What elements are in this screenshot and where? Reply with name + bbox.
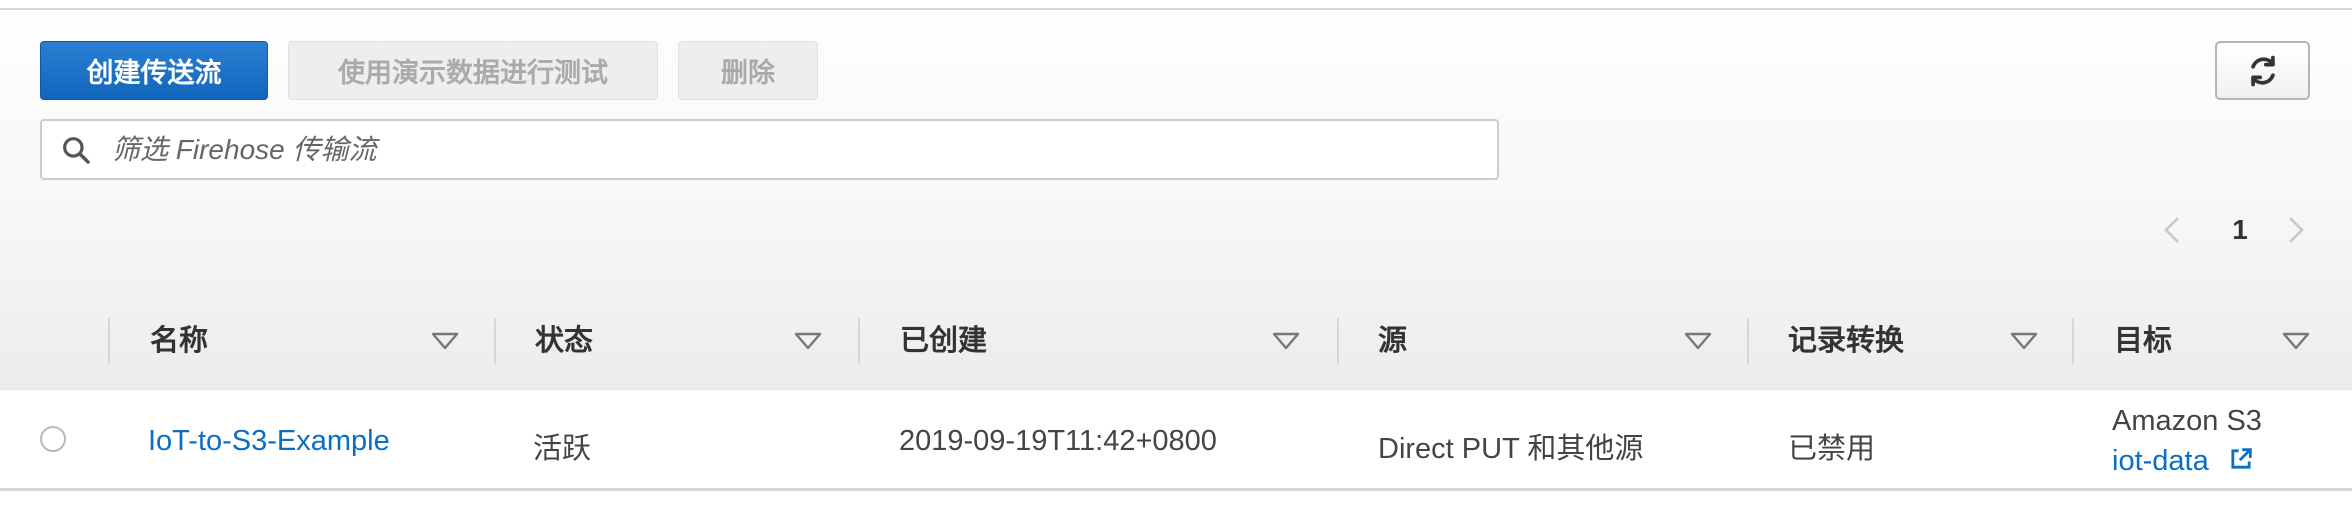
destination-link[interactable]: iot-data — [2112, 445, 2255, 478]
create-delivery-stream-button[interactable]: 创建传送流 — [40, 41, 268, 100]
chevron-left-icon — [2164, 217, 2179, 243]
row-divider — [0, 488, 2352, 491]
next-page-button[interactable] — [2284, 210, 2308, 250]
record-transform-cell: 已禁用 — [1788, 433, 1876, 465]
source-cell: Direct PUT 和其他源 — [1378, 433, 1644, 465]
filter-search-box[interactable] — [40, 119, 1499, 180]
refresh-button[interactable] — [2215, 41, 2310, 100]
column-divider — [108, 318, 110, 364]
column-header-destination[interactable]: 目标 — [2114, 318, 2172, 364]
stream-name-link[interactable]: IoT-to-S3-Example — [148, 425, 390, 458]
column-header-source[interactable]: 源 — [1378, 318, 1407, 364]
sort-caret-icon[interactable] — [2010, 332, 2038, 350]
sort-caret-icon[interactable] — [2282, 332, 2310, 350]
column-divider — [1337, 318, 1339, 364]
column-divider — [1747, 318, 1749, 364]
column-header-record-transform[interactable]: 记录转换 — [1788, 318, 1904, 364]
status-cell: 活跃 — [533, 433, 592, 465]
search-icon — [60, 134, 92, 166]
test-with-demo-data-button[interactable]: 使用演示数据进行测试 — [288, 41, 658, 100]
external-link-icon — [2231, 448, 2252, 469]
destination-type: Amazon S3 — [2112, 405, 2262, 437]
column-header-created[interactable]: 已创建 — [900, 318, 987, 364]
column-divider — [494, 318, 496, 364]
row-select-radio[interactable] — [40, 426, 66, 452]
column-header-name[interactable]: 名称 — [150, 318, 208, 364]
chevron-right-icon — [2289, 217, 2304, 243]
refresh-icon — [2250, 55, 2275, 86]
delete-button[interactable]: 删除 — [678, 41, 818, 100]
page-number[interactable]: 1 — [2220, 210, 2260, 250]
column-divider — [858, 318, 860, 364]
sort-caret-icon[interactable] — [794, 332, 822, 350]
created-cell: 2019-09-19T11:42+0800 — [899, 425, 1217, 457]
sort-caret-icon[interactable] — [1684, 332, 1712, 350]
sort-caret-icon[interactable] — [1272, 332, 1300, 350]
column-divider — [2072, 318, 2074, 364]
top-divider — [0, 8, 2352, 10]
previous-page-button[interactable] — [2160, 210, 2184, 250]
filter-input[interactable] — [110, 132, 1414, 167]
sort-caret-icon[interactable] — [431, 332, 459, 350]
destination-link-label[interactable]: iot-data — [2112, 445, 2209, 477]
column-header-status[interactable]: 状态 — [535, 318, 593, 364]
